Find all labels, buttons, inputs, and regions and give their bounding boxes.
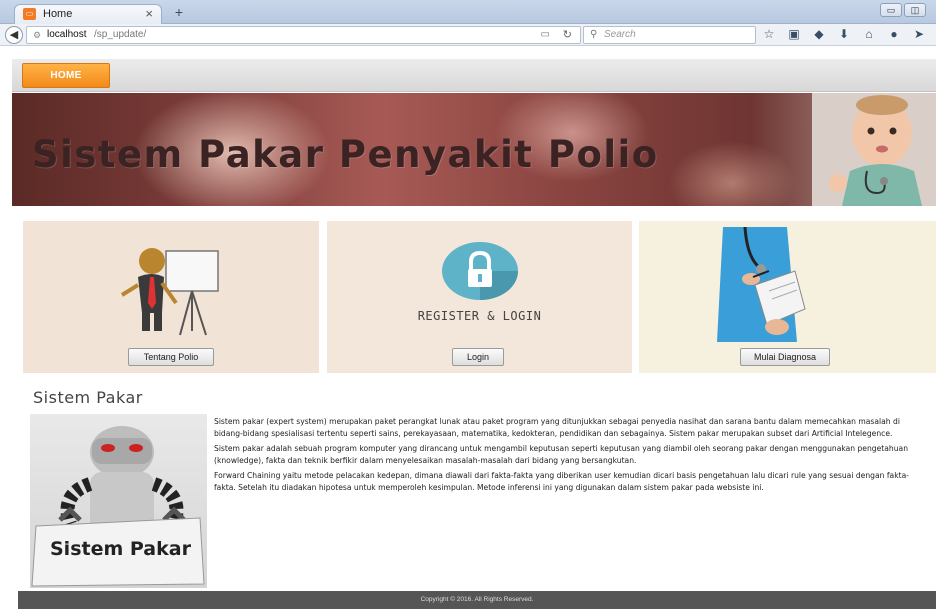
pocket-icon[interactable]: ◆ (812, 27, 826, 41)
register-login-label: REGISTER & LOGIN (417, 309, 542, 323)
back-arrow-icon[interactable]: ◀ (5, 26, 23, 44)
search-placeholder: Search (604, 29, 636, 40)
window-controls: ▭ ◫ (880, 3, 926, 17)
bookmark-star-icon[interactable]: ☆ (762, 27, 776, 41)
paragraph: Sistem pakar (expert system) merupakan p… (214, 417, 900, 438)
login-button[interactable]: Login (452, 348, 504, 366)
download-icon[interactable]: ⬇ (837, 27, 851, 41)
search-icon: ⚲ (590, 29, 598, 40)
tab-close-icon[interactable]: × (145, 6, 153, 21)
url-host: localhost (47, 29, 87, 40)
browser-tab[interactable]: ▭ Home × (14, 4, 162, 24)
panel-register-login: REGISTER & LOGIN Login (327, 221, 632, 373)
chat-icon[interactable]: ● (887, 27, 901, 41)
section-title: Sistem Pakar (33, 388, 143, 407)
site-info-icon[interactable]: ⚙ (33, 27, 41, 43)
browser-titlebar: ▭ Home × + ▭ ◫ (0, 0, 936, 24)
lock-icon (442, 242, 518, 300)
search-input[interactable]: ⚲ Search (583, 26, 756, 44)
header-banner: Sistem Pakar Penyakit Polio (12, 93, 936, 206)
address-bar[interactable]: ⚙ localhost /sp_update/ ▭ ↻ (26, 26, 581, 44)
presenter-image (120, 248, 219, 336)
footer: Copyright © 2016. All Rights Reserved. (18, 591, 936, 609)
mulai-diagnosa-button[interactable]: Mulai Diagnosa (740, 348, 830, 366)
baby-doctor-image (812, 93, 936, 206)
send-icon[interactable]: ➤ (912, 27, 926, 41)
home-nav-button[interactable]: HOME (22, 63, 110, 88)
banner-title: Sistem Pakar Penyakit Polio (32, 133, 659, 176)
robot-caption: Sistem Pakar (50, 538, 191, 560)
bookmarks-menu-icon[interactable]: ▣ (787, 27, 801, 41)
browser-toolbar-icons: ☆ ▣ ◆ ⬇ ⌂ ● ➤ (762, 27, 926, 41)
home-icon[interactable]: ⌂ (862, 27, 876, 41)
panel-mulai-diagnosa: Mulai Diagnosa (639, 221, 936, 373)
url-path: /sp_update/ (94, 29, 147, 40)
nurse-image (717, 227, 809, 342)
tentang-polio-button[interactable]: Tentang Polio (128, 348, 214, 366)
tab-title: Home (43, 8, 73, 20)
maximize-icon[interactable]: ◫ (904, 3, 926, 17)
paragraph: Sistem pakar adalah sebuah program kompu… (214, 444, 909, 465)
panel-tentang-polio: Tentang Polio (23, 221, 319, 373)
reload-icon[interactable]: ↻ (563, 27, 572, 43)
minimize-icon[interactable]: ▭ (880, 3, 902, 17)
browser-navbar: ◀ ⚙ localhost /sp_update/ ▭ ↻ ⚲ Search ☆… (0, 24, 936, 46)
robot-illustration (31, 426, 205, 587)
favicon-icon: ▭ (23, 8, 36, 20)
robot-image: Sistem Pakar (30, 414, 207, 588)
new-tab-button[interactable]: + (170, 4, 188, 20)
paragraph: Forward Chaining yaitu metode pelacakan … (214, 471, 909, 492)
section-content: Sistem pakar (expert system) merupakan p… (214, 416, 930, 497)
reader-view-icon[interactable]: ▭ (541, 27, 550, 43)
site-menubar: HOME (12, 59, 936, 92)
